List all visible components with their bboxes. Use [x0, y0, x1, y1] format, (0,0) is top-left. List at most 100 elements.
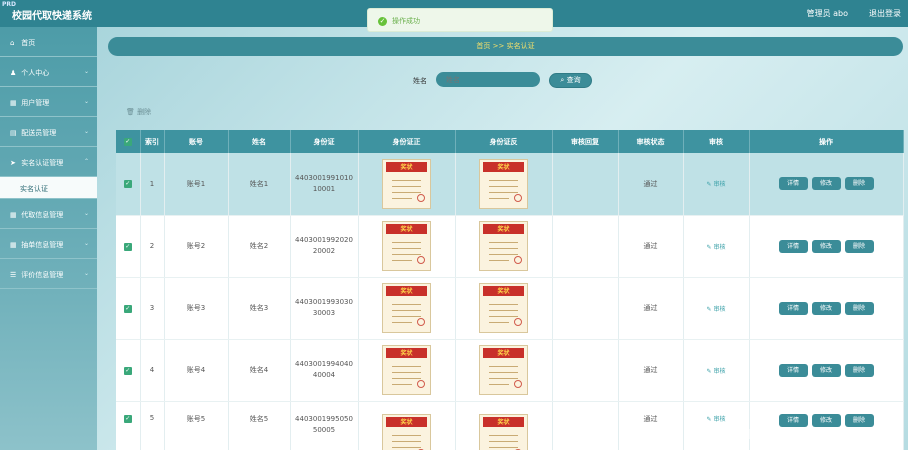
sidebar-item-reviews[interactable]: ☰ 评价信息管理 ⌄	[0, 259, 97, 289]
table-row[interactable]: ✓ 3 账号3 姓名3 4403001993030 30003 奖状 奖状 通过 ✎ 审核 详情 修改…	[116, 277, 904, 340]
row-checkbox[interactable]: ✓	[116, 277, 141, 340]
cell-audit: ✎ 审核	[683, 277, 750, 340]
sidebar-item-users[interactable]: ▦ 用户管理 ⌄	[0, 87, 97, 117]
search-icon: ⌕	[560, 76, 565, 84]
cell-account: 账号5	[164, 401, 229, 450]
certificate-image[interactable]: 奖状	[479, 283, 528, 333]
sidebar-item-verification[interactable]: ➤ 实名认证管理 ⌃	[0, 147, 97, 177]
certificate-title: 奖状	[497, 350, 510, 357]
breadcrumb: 首页 >> 实名认证	[108, 37, 903, 56]
certificate-image[interactable]: 奖状	[479, 413, 528, 450]
detail-button[interactable]: 详情	[778, 301, 808, 315]
certificate-image[interactable]: 奖状	[382, 413, 431, 450]
audit-link[interactable]: ✎ 审核	[707, 416, 726, 423]
app-title: 校园代取快递系统	[12, 11, 92, 22]
row-checkbox[interactable]: ✓	[116, 153, 141, 216]
delete-button[interactable]: 删除	[844, 363, 874, 377]
cell-reply	[552, 401, 619, 450]
cell-id-front: 奖状	[358, 153, 456, 216]
audit-link[interactable]: ✎ 审核	[707, 244, 726, 251]
table-row[interactable]: ✓ 4 账号4 姓名4 4403001994040 40004 奖状 奖状 通过 ✎ 审核 详情 修改…	[116, 339, 904, 402]
cell-account: 账号3	[164, 277, 229, 340]
batch-delete-button[interactable]: 🗑 删除	[126, 107, 151, 117]
audit-label: 审核	[713, 243, 726, 251]
search-label: 姓名	[413, 77, 427, 85]
sidebar-item-orders[interactable]: ▦ 抽单信息管理 ⌄	[0, 229, 97, 259]
table-row[interactable]: ✓ 2 账号2 姓名2 4403001992020 20002 奖状 奖状 通过 ✎ 审核 详情 修改…	[116, 215, 904, 278]
trash-icon: 🗑	[126, 108, 135, 116]
cell-reply	[552, 153, 619, 216]
id-line: 4403001995050	[295, 414, 353, 423]
sidebar-subitem-verification[interactable]: 实名认证	[0, 177, 97, 199]
detail-button[interactable]: 详情	[778, 363, 808, 377]
edit-button[interactable]: 修改	[811, 177, 841, 191]
cell-index: 1	[140, 153, 165, 216]
cell-id: 4403001992020 20002	[290, 215, 359, 278]
sidebar-item-label: 个人中心	[21, 69, 50, 77]
sidebar-item-home[interactable]: ⌂ 首页	[0, 27, 97, 57]
sidebar-item-couriers[interactable]: ▤ 配送员管理 ⌄	[0, 117, 97, 147]
cell-name: 姓名5	[228, 401, 291, 450]
select-all-checkbox[interactable]: ✓	[116, 130, 141, 153]
audit-link[interactable]: ✎ 审核	[707, 368, 726, 375]
cell-id-front: 奖状	[358, 277, 456, 340]
cell-index: 2	[140, 215, 165, 278]
detail-button[interactable]: 详情	[778, 239, 808, 253]
audit-link[interactable]: ✎ 审核	[707, 181, 726, 188]
certificate-image[interactable]: 奖状	[382, 158, 431, 209]
edit-button[interactable]: 修改	[811, 239, 841, 253]
cell-name: 姓名2	[228, 215, 291, 278]
home-icon: ⌂	[10, 39, 15, 47]
logout-link[interactable]: 退出登录	[869, 8, 901, 19]
row-checkbox[interactable]: ✓	[116, 401, 141, 450]
cell-actions: 详情 修改 删除	[749, 339, 904, 402]
id-line: 4403001991010	[295, 173, 353, 182]
certificate-image[interactable]: 奖状	[479, 345, 528, 395]
grid-icon: ▤	[10, 129, 17, 137]
cell-id: 4403001993030 30003	[290, 277, 359, 340]
row-checkbox[interactable]: ✓	[116, 339, 141, 402]
sidebar-item-label: 抽单信息管理	[21, 241, 64, 249]
batch-delete-label: 删除	[137, 108, 152, 116]
cell-reply	[552, 277, 619, 340]
search-button[interactable]: ⌕ 查询	[549, 73, 592, 88]
certificate-image[interactable]: 奖状	[479, 221, 528, 271]
cell-name: 姓名1	[228, 153, 291, 216]
audit-label: 审核	[713, 305, 726, 313]
col-header-reply: 审核回复	[552, 130, 619, 153]
delete-button[interactable]: 删除	[844, 177, 874, 191]
table-row[interactable]: ✓ 1 账号1 姓名1 4403001991010 10001 奖状 奖状 通过 ✎ 审核 详情 修改…	[116, 153, 904, 216]
cell-index: 4	[140, 339, 165, 402]
id-line: 4403001994040	[295, 360, 353, 368]
edit-button[interactable]: 修改	[811, 363, 841, 377]
row-checkbox[interactable]: ✓	[116, 215, 141, 278]
verification-table: ✓ 索引 账号 姓名 身份证 身份证正 身份证反 审核回复 审核状态 审核 操作…	[116, 130, 904, 450]
cell-id-back: 奖状	[455, 277, 553, 340]
edit-button[interactable]: 修改	[811, 301, 841, 315]
cell-audit: ✎ 审核	[683, 339, 750, 402]
detail-button[interactable]: 详情	[778, 177, 808, 191]
audit-label: 审核	[713, 367, 726, 375]
sidebar-item-label: 评价信息管理	[21, 271, 64, 279]
sidebar-item-pickup[interactable]: ▦ 代取信息管理 ⌄	[0, 199, 97, 229]
certificate-image[interactable]: 奖状	[382, 221, 431, 271]
delete-button[interactable]: 删除	[844, 239, 874, 253]
col-header-id-back: 身份证反	[455, 130, 553, 153]
chevron-down-icon: ⌄	[83, 240, 89, 247]
certificate-image[interactable]: 奖状	[479, 158, 528, 209]
audit-link[interactable]: ✎ 审核	[707, 306, 726, 313]
send-icon: ➤	[10, 159, 16, 167]
cell-id: 4403001995050 50005	[290, 401, 359, 450]
admin-info: 管理员 abo	[806, 9, 848, 18]
cell-actions: 详情 修改 删除	[749, 153, 904, 216]
search-input[interactable]	[436, 72, 540, 87]
delete-button[interactable]: 删除	[844, 301, 874, 315]
certificate-image[interactable]: 奖状	[382, 283, 431, 333]
sidebar-item-label: 代取信息管理	[21, 211, 64, 219]
main-content: 首页 >> 实名认证 姓名 ⌕ 查询 🗑 删除 ✓ 索引 账号 姓名 身份证 身…	[97, 27, 908, 450]
col-header-index: 索引	[140, 130, 165, 153]
sidebar-item-profile[interactable]: ♟ 个人中心 ⌄	[0, 57, 97, 87]
certificate-image[interactable]: 奖状	[382, 345, 431, 395]
cell-status: 通过	[618, 153, 684, 216]
chevron-down-icon: ⌄	[83, 68, 89, 75]
